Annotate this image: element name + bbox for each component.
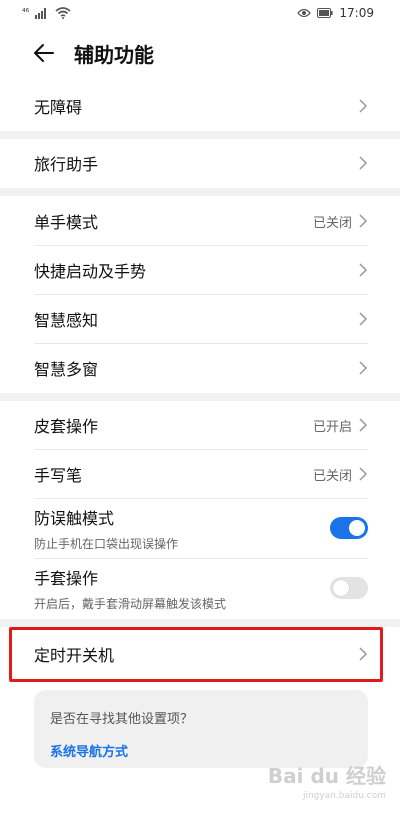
eye-icon bbox=[297, 8, 312, 18]
menu-item-travel-assistant[interactable]: 旅行助手 bbox=[0, 139, 400, 187]
menu-item-label: 定时开关机 bbox=[34, 646, 115, 665]
menu-item-scheduled-power[interactable]: 定时开关机 bbox=[0, 628, 400, 680]
menu-item-label: 快捷启动及手势 bbox=[34, 262, 147, 281]
menu-item-cover-operation[interactable]: 皮套操作 已开启 bbox=[0, 401, 400, 449]
menu-item-right: 已关闭 bbox=[313, 212, 368, 231]
arrow-left-icon bbox=[34, 44, 54, 62]
menu-item-label: 智慧感知 bbox=[34, 311, 99, 330]
menu-item-quick-start[interactable]: 快捷启动及手势 bbox=[0, 246, 400, 294]
network-type-label: ⁴⁶ bbox=[22, 8, 30, 18]
menu-item-smart-sense[interactable]: 智慧感知 bbox=[0, 295, 400, 343]
suggestion-question: 是否在寻找其他设置项？ bbox=[50, 712, 194, 727]
anti-mistouch-toggle[interactable] bbox=[330, 517, 368, 539]
menu-item-label: 手套操作 bbox=[34, 568, 99, 588]
section-gap bbox=[0, 393, 400, 401]
section-gap bbox=[0, 619, 400, 627]
chevron-right-icon bbox=[359, 263, 368, 277]
menu-item-description: 开启后，戴手套滑动屏幕触发该模式 bbox=[34, 596, 227, 611]
toggle-knob bbox=[349, 520, 365, 536]
menu-item-label: 手写笔 bbox=[34, 466, 83, 485]
menu-item-one-hand-mode[interactable]: 单手模式 已关闭 bbox=[0, 197, 400, 245]
suggestion-link-navigation[interactable]: 系统导航方式 bbox=[50, 741, 352, 760]
menu-item-description: 防止手机在口袋出现误操作 bbox=[34, 536, 179, 551]
back-button[interactable] bbox=[32, 41, 56, 65]
wifi-icon bbox=[55, 7, 71, 19]
status-left: ⁴⁶ bbox=[22, 7, 71, 19]
chevron-right-icon bbox=[359, 647, 368, 661]
menu-item-glove-mode[interactable]: 手套操作 开启后，戴手套滑动屏幕触发该模式 bbox=[0, 559, 400, 617]
menu-item-label: 旅行助手 bbox=[34, 155, 99, 174]
chevron-right-icon bbox=[359, 361, 368, 375]
menu-item-label: 无障碍 bbox=[34, 98, 83, 117]
battery-icon bbox=[317, 8, 334, 18]
menu-item-smart-multiwindow[interactable]: 智慧多窗 bbox=[0, 344, 400, 392]
watermark-domain: jingyan.baidu.com bbox=[302, 791, 386, 801]
menu-item-label: 防误触模式 bbox=[34, 508, 115, 528]
section-gap bbox=[0, 131, 400, 139]
menu-item-stylus[interactable]: 手写笔 已关闭 bbox=[0, 450, 400, 498]
chevron-right-icon bbox=[359, 214, 368, 228]
chevron-right-icon bbox=[359, 312, 368, 326]
menu-item-right: 已关闭 bbox=[313, 465, 368, 484]
menu-item-barrier-free[interactable]: 无障碍 bbox=[0, 82, 400, 130]
watermark-brand: Bai du 经验 bbox=[267, 764, 386, 788]
status-text: 已关闭 bbox=[312, 468, 352, 484]
status-text: 已开启 bbox=[312, 419, 352, 435]
menu-item-anti-mistouch[interactable]: 防误触模式 防止手机在口袋出现误操作 bbox=[0, 499, 400, 557]
menu-item-right: 已开启 bbox=[313, 416, 368, 435]
menu-item-label: 单手模式 bbox=[34, 213, 99, 232]
clock-time: 17:09 bbox=[339, 6, 374, 20]
signal-icon bbox=[35, 8, 47, 19]
menu-item-label: 皮套操作 bbox=[34, 417, 99, 436]
menu-item-label: 智慧多窗 bbox=[34, 360, 99, 379]
chevron-right-icon bbox=[359, 467, 368, 481]
chevron-right-icon bbox=[359, 418, 368, 432]
toggle-knob bbox=[333, 580, 349, 596]
glove-mode-toggle[interactable] bbox=[330, 577, 368, 599]
page-header: 辅助功能 bbox=[0, 30, 400, 76]
menu-item-text: 手套操作 开启后，戴手套滑动屏幕触发该模式 bbox=[34, 565, 226, 612]
chevron-right-icon bbox=[359, 99, 368, 113]
status-right: 17:09 bbox=[297, 6, 374, 20]
status-bar: ⁴⁶ 17:09 bbox=[0, 0, 400, 26]
status-text: 已关闭 bbox=[312, 215, 352, 231]
menu-item-text: 防误触模式 防止手机在口袋出现误操作 bbox=[34, 505, 178, 552]
suggestion-card: 是否在寻找其他设置项？ 系统导航方式 bbox=[34, 690, 368, 768]
section-gap bbox=[0, 188, 400, 196]
watermark: Bai du 经验 jingyan.baidu.com bbox=[266, 760, 386, 810]
page-title: 辅助功能 bbox=[74, 42, 154, 67]
chevron-right-icon bbox=[359, 156, 368, 170]
